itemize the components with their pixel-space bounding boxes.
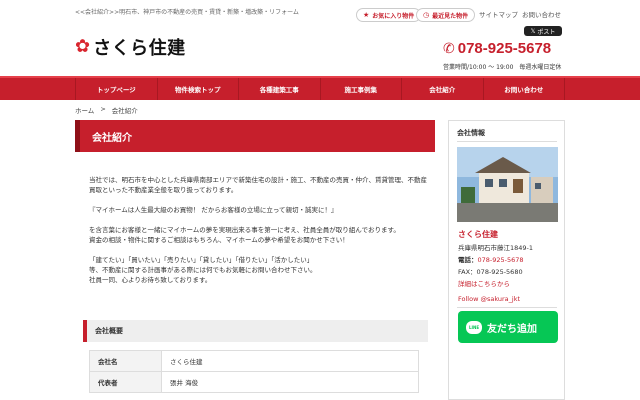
sidebar-phone-number: 078-925-5678 [477, 256, 524, 264]
intro-paragraph: 「建てたい」「買いたい」「売りたい」「貸したい」「借りたい」「活かしたい」 等、… [89, 256, 317, 284]
phone-icon: ✆ [443, 40, 455, 57]
table-row-label: 代表者 [89, 371, 162, 393]
office-photo [457, 147, 558, 222]
table-row: 代表者 張井 海俊 [89, 371, 419, 393]
intro-text: 当社では、明石市を中心とした兵庫県南部エリアで新築住宅の設計・施工、不動産の売買… [89, 175, 429, 295]
page-title-bar: 会社紹介 [75, 120, 435, 152]
site-tagline: <<会社紹介>>明石市、神戸市の不動産の売買・賃貸・新築・増改築・リフォーム [75, 9, 299, 16]
intro-paragraph: 当社では、明石市を中心とした兵庫県南部エリアで新築住宅の設計・施工、不動産の売買… [89, 176, 427, 194]
x-logo-icon: 𝕏 [530, 27, 536, 35]
x-post-button[interactable]: 𝕏 ポスト [524, 26, 562, 36]
global-nav: トップページ 物件検索トップ 各種建築工事 施工事例集 会社紹介 お問い合わせ [0, 76, 640, 100]
overview-heading: 会社概要 [95, 327, 123, 335]
company-info-sidebar: 会社情報 さくら住建 兵庫県明石市藤江1849-1 電話：078-925-567… [448, 120, 565, 400]
sakura-flower-icon: ✿ [75, 36, 91, 57]
business-hours: 営業時間/10:00 ～ 19:00 毎週水曜日定休 [443, 64, 562, 71]
phone-number: 078-925-5678 [457, 40, 552, 57]
breadcrumb: ホーム > 会社紹介 [75, 105, 138, 115]
sidebar-fax: FAX：078-925-5680 [458, 268, 523, 276]
favorites-button[interactable]: ★ お気に入り物件 [356, 8, 422, 22]
line-logo-icon: LINE [466, 320, 482, 334]
nav-item-construction[interactable]: 各種建築工事 [238, 78, 320, 100]
breadcrumb-current: 会社紹介 [111, 107, 138, 115]
breadcrumb-separator: > [100, 105, 106, 113]
nav-item-company[interactable]: 会社紹介 [401, 78, 483, 100]
divider [457, 307, 557, 308]
site-logo[interactable]: ✿ さくら住建 [75, 34, 186, 60]
nav-item-contact[interactable]: お問い合わせ [482, 78, 565, 100]
sidebar-company-name: さくら住建 [458, 230, 498, 239]
page-title: 会社紹介 [92, 132, 132, 144]
star-icon: ★ [363, 11, 370, 19]
table-row-value: 張井 海俊 [161, 371, 419, 393]
recent-label: 最近見た物件 [432, 12, 469, 20]
sidebar-phone[interactable]: 電話：078-925-5678 [458, 254, 524, 264]
nav-item-cases[interactable]: 施工事例集 [319, 78, 402, 100]
sitemap-link[interactable]: サイトマップ [479, 9, 518, 19]
recent-properties-button[interactable]: ◷ 最近見た物件 [416, 8, 476, 22]
clock-icon: ◷ [423, 11, 430, 19]
line-button-label: 友だち追加 [487, 323, 537, 335]
company-overview-table: 会社名 さくら住建 代表者 張井 海俊 [89, 350, 419, 393]
breadcrumb-home[interactable]: ホーム [75, 105, 94, 115]
follow-link[interactable]: Follow @sakura_jkt [458, 295, 520, 303]
details-link[interactable]: 詳細はこちらから [458, 278, 510, 288]
favorites-label: お気に入り物件 [372, 12, 415, 20]
overview-heading-bar: 会社概要 [83, 320, 428, 342]
main-content: 会社紹介 当社では、明石市を中心とした兵庫県南部エリアで新築住宅の設計・施工、不… [75, 120, 435, 400]
table-row-label: 会社名 [89, 350, 162, 372]
line-add-friend-button[interactable]: LINE 友だち追加 [458, 311, 558, 343]
intro-paragraph: を含言葉にお客様と一緒にマイホームの夢を実現出来る事を第一に考え、社員全員が取り… [89, 226, 400, 244]
header-contact-link[interactable]: お問い合わせ [522, 9, 561, 19]
table-row: 会社名 さくら住建 [89, 350, 419, 372]
sidebar-title: 会社情報 [457, 129, 485, 137]
top-bar: <<会社紹介>>明石市、神戸市の不動産の売買・賃貸・新築・増改築・リフォーム ★… [0, 0, 640, 22]
header-phone[interactable]: ✆ 078-925-5678 [443, 40, 551, 57]
x-post-label: ポスト [537, 28, 556, 36]
table-row-value: さくら住建 [161, 350, 419, 372]
phone-label: 電話： [458, 256, 478, 264]
logo-text: さくら住建 [93, 38, 186, 59]
nav-item-top[interactable]: トップページ [75, 78, 157, 100]
nav-item-property-search[interactable]: 物件検索トップ [156, 78, 239, 100]
intro-paragraph: 『マイホームは人生最大級のお買物！ だからお客様の立場に立って親切・誠実に！』 [89, 206, 338, 214]
sidebar-address: 兵庫県明石市藤江1849-1 [458, 244, 534, 252]
divider [457, 141, 557, 142]
